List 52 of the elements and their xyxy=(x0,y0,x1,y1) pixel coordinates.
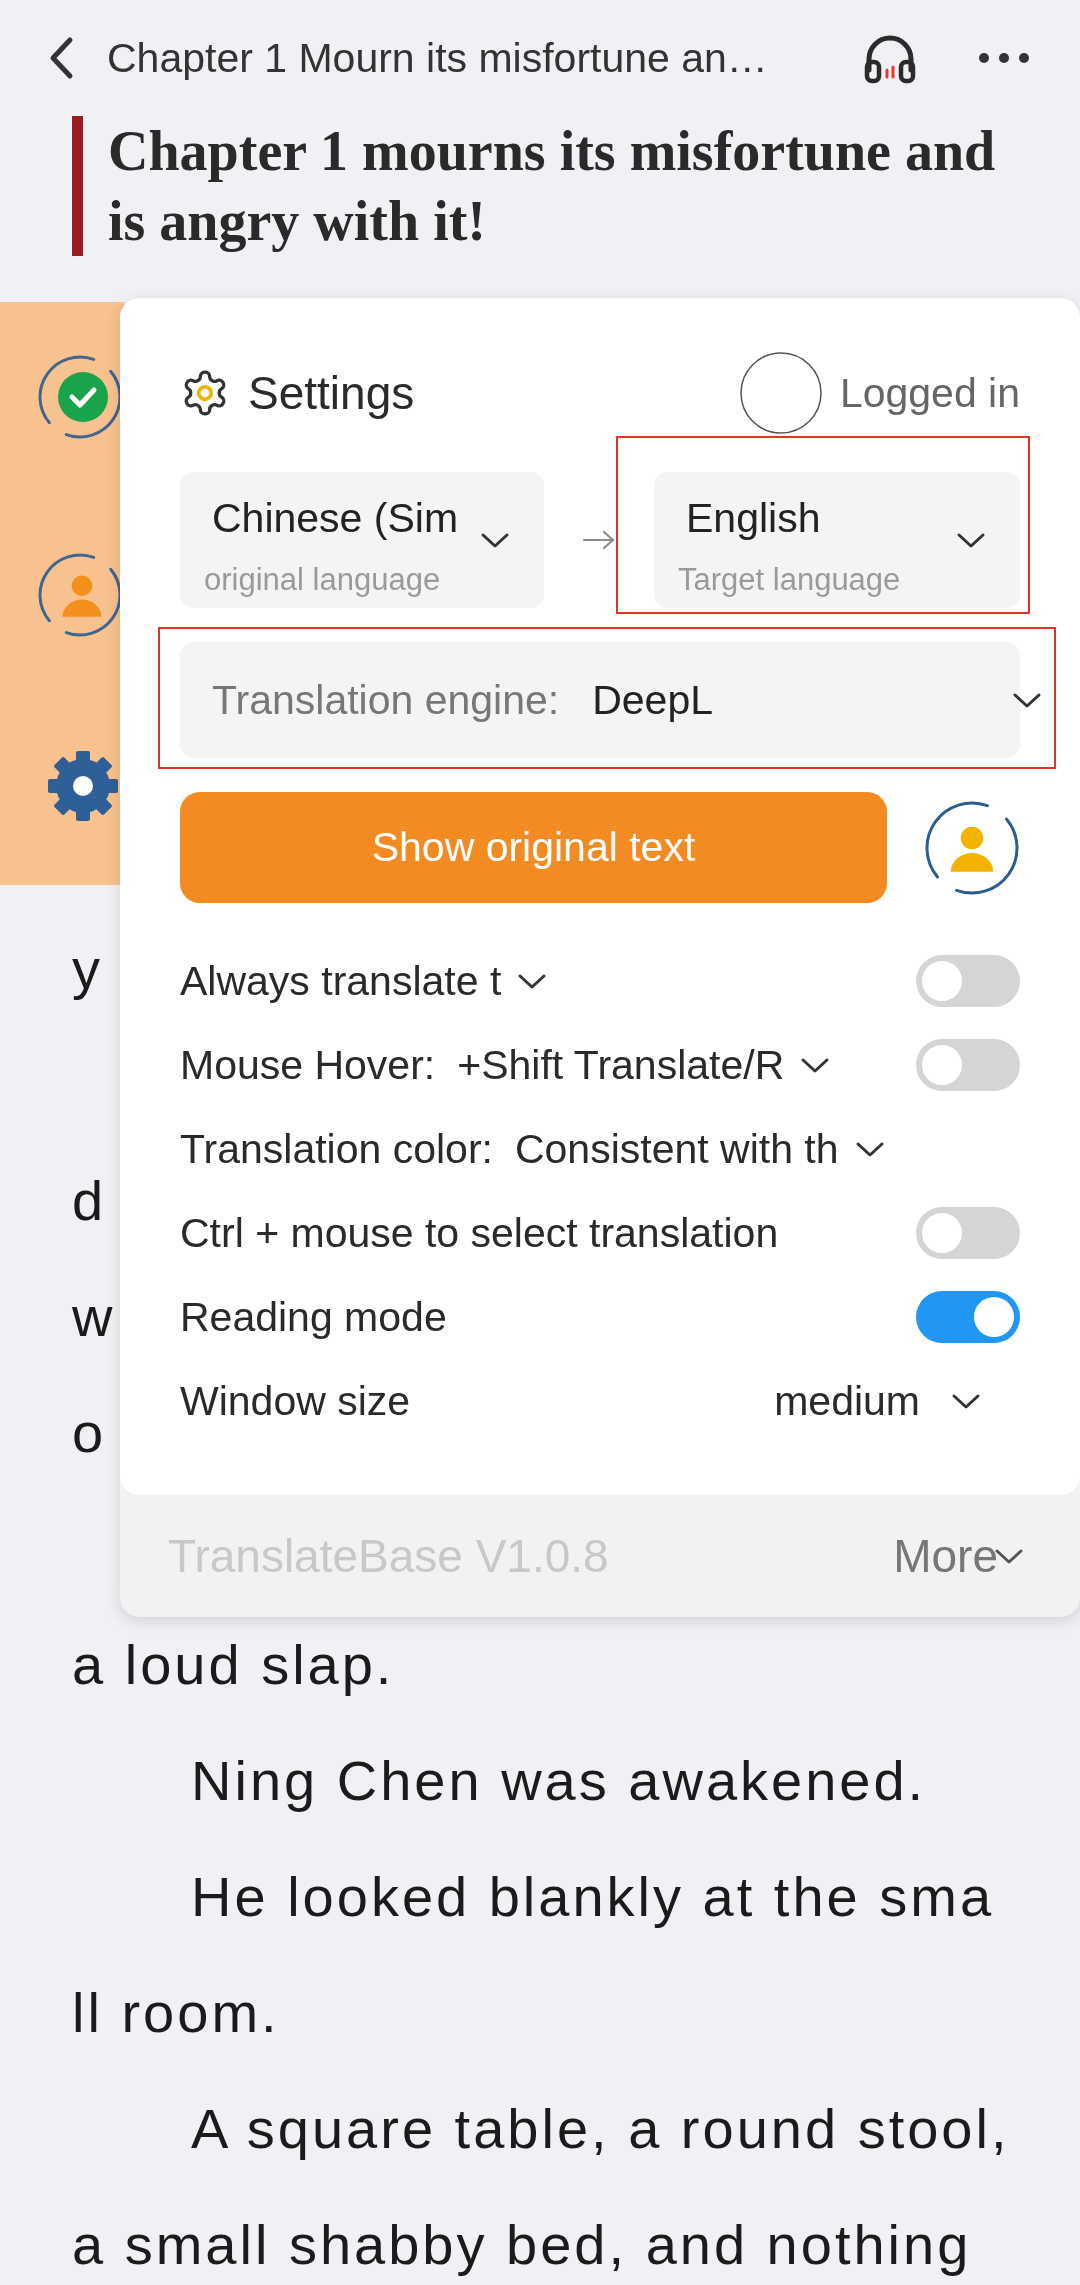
chevron-down-icon xyxy=(854,1140,885,1158)
chapter-title: Chapter 1 Mourn its misfortune an… xyxy=(107,34,768,82)
sync-check-icon[interactable] xyxy=(38,352,120,442)
language-value: Chinese (Sim xyxy=(212,494,459,542)
sync-person-icon[interactable] xyxy=(924,799,1020,896)
engine-value: DeepL xyxy=(592,676,714,724)
language-select[interactable]: Chinese (Sim original language xyxy=(180,472,544,608)
story-text: He looked blankly at the sma xyxy=(191,1865,995,1929)
engine-select[interactable]: Translation engine: DeepL xyxy=(180,642,1020,758)
setting-dropdown[interactable]: +Shift Translate/R xyxy=(457,1041,831,1089)
sync-person-icon[interactable] xyxy=(38,550,120,640)
login-status: Logged in xyxy=(839,369,1020,417)
chevron-down-icon xyxy=(951,1392,981,1410)
more-icon[interactable] xyxy=(978,52,1030,64)
toggle-switch[interactable] xyxy=(916,1039,1020,1091)
story-text: Ning Chen was awakened. xyxy=(191,1749,927,1813)
story-text: o xyxy=(72,1401,107,1465)
chevron-down-icon xyxy=(994,1547,1024,1565)
arrow-right-icon xyxy=(582,530,616,550)
story-text: ll room. xyxy=(72,1981,280,2045)
chevron-down-icon xyxy=(517,972,548,990)
language-caption: original language xyxy=(204,562,441,598)
story-text: w xyxy=(72,1285,116,1349)
toggle-switch[interactable] xyxy=(916,1207,1020,1259)
gear-icon[interactable] xyxy=(45,748,120,824)
chapter-heading: Chapter 1 mourns its misfortune and is angry with it! xyxy=(72,116,1040,256)
language-select[interactable]: English Target language xyxy=(654,472,1020,608)
story-text: d xyxy=(72,1169,107,1233)
setting-label: Window size xyxy=(180,1377,411,1425)
chevron-down-icon xyxy=(956,531,986,549)
toggle-switch[interactable] xyxy=(916,955,1020,1007)
story-text: y xyxy=(72,937,103,1001)
story-text: a small shabby bed, and nothing xyxy=(72,2213,972,2277)
chevron-down-icon xyxy=(480,531,510,549)
engine-label: Translation engine: xyxy=(212,676,560,724)
avatar-icon[interactable] xyxy=(738,351,823,435)
language-value: English xyxy=(686,494,821,542)
story-text: a loud slap. xyxy=(72,1633,395,1697)
setting-label: Ctrl + mouse to select translation xyxy=(180,1209,779,1257)
more-button[interactable]: More xyxy=(893,1529,1024,1583)
setting-label: Translation color: xyxy=(180,1125,493,1173)
popup-title: Settings xyxy=(248,366,415,420)
chevron-down-icon xyxy=(1012,691,1042,709)
setting-label: Reading mode xyxy=(180,1293,447,1341)
setting-dropdown[interactable]: Always translate t xyxy=(180,957,548,1005)
setting-dropdown[interactable]: Consistent with th xyxy=(514,1125,885,1173)
setting-dropdown[interactable]: medium xyxy=(774,1377,981,1425)
chevron-down-icon xyxy=(800,1056,831,1074)
setting-label: Mouse Hover: xyxy=(180,1041,436,1089)
toggle-switch[interactable] xyxy=(916,1291,1020,1343)
language-caption: Target language xyxy=(678,562,901,598)
story-text: A square table, a round stool, xyxy=(191,2097,1010,2161)
